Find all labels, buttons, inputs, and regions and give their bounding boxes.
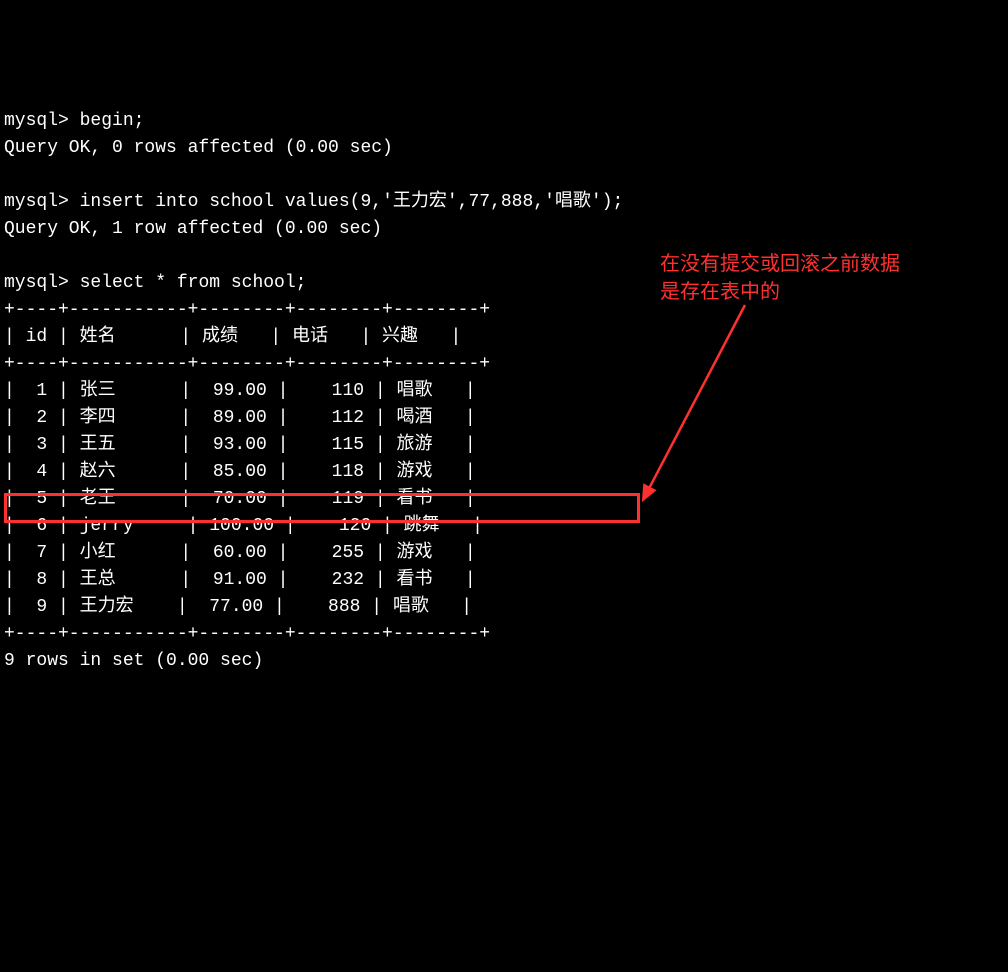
table-row: | 3 | 王五 | 93.00 | 115 | 旅游 | [4, 435, 476, 455]
annotation-text: 在没有提交或回滚之前数据 是存在表中的 [660, 250, 980, 306]
result-insert: Query OK, 1 row affected (0.00 sec) [4, 219, 382, 239]
command-insert: insert into school values(9,'王力宏',77,888… [80, 192, 624, 212]
table-row: | 5 | 老王 | 70.00 | 119 | 看书 | [4, 489, 476, 509]
prompt: mysql> [4, 192, 69, 212]
table-row: | 9 | 王力宏 | 77.00 | 888 | 唱歌 | [4, 597, 472, 617]
result-begin: Query OK, 0 rows affected (0.00 sec) [4, 138, 393, 158]
command-select: select * from school; [80, 273, 307, 293]
table-row: | 6 | jerry | 100.00 | 120 | 跳舞 | [4, 516, 483, 536]
prompt: mysql> [4, 273, 69, 293]
table-row: | 2 | 李四 | 89.00 | 112 | 喝酒 | [4, 408, 476, 428]
table-border: +----+-----------+--------+--------+----… [4, 354, 490, 374]
command-begin: begin; [80, 111, 145, 131]
table-row: | 1 | 张三 | 99.00 | 110 | 唱歌 | [4, 381, 476, 401]
annotation-line2: 是存在表中的 [660, 278, 980, 306]
table-footer: 9 rows in set (0.00 sec) [4, 651, 263, 671]
terminal-output: mysql> begin; Query OK, 0 rows affected … [4, 108, 1004, 675]
table-row: | 7 | 小红 | 60.00 | 255 | 游戏 | [4, 543, 476, 563]
table-row: | 4 | 赵六 | 85.00 | 118 | 游戏 | [4, 462, 476, 482]
table-header: | id | 姓名 | 成绩 | 电话 | 兴趣 | [4, 327, 461, 347]
table-row: | 8 | 王总 | 91.00 | 232 | 看书 | [4, 570, 476, 590]
table-border: +----+-----------+--------+--------+----… [4, 300, 490, 320]
table-border: +----+-----------+--------+--------+----… [4, 624, 490, 644]
prompt: mysql> [4, 111, 69, 131]
annotation-line1: 在没有提交或回滚之前数据 [660, 250, 980, 278]
